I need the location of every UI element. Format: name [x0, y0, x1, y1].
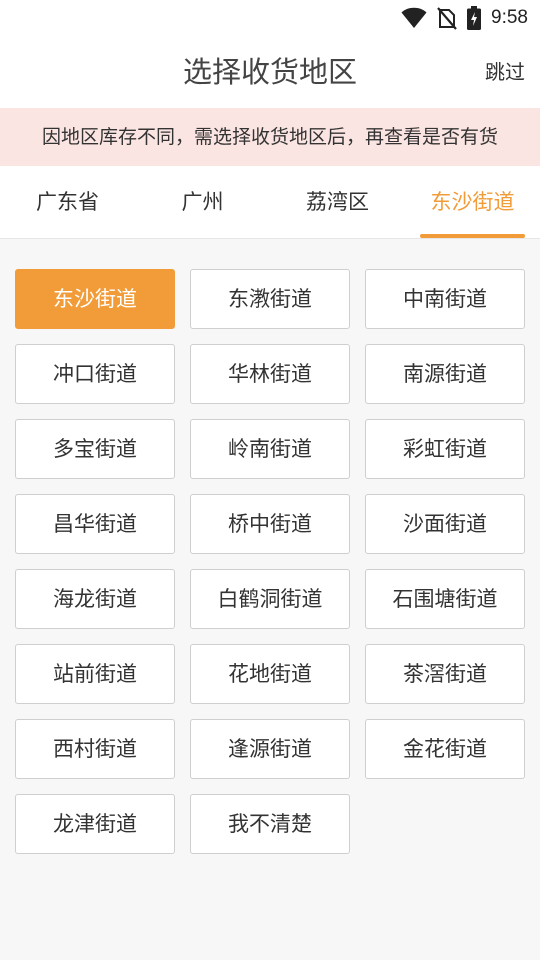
tab-province[interactable]: 广东省 [0, 166, 135, 238]
tab-district[interactable]: 荔湾区 [270, 166, 405, 238]
page-title: 选择收货地区 [182, 55, 357, 89]
tab-label: 广东省 [36, 190, 99, 214]
street-option[interactable]: 多宝街道 [15, 419, 175, 479]
street-option[interactable]: 昌华街道 [15, 494, 175, 554]
street-option[interactable]: 逢源街道 [190, 719, 350, 779]
street-option[interactable]: 茶滘街道 [365, 644, 525, 704]
street-option[interactable]: 中南街道 [365, 269, 525, 329]
street-option[interactable]: 南源街道 [365, 344, 525, 404]
street-option[interactable]: 西村街道 [15, 719, 175, 779]
stock-notice: 因地区库存不同，需选择收货地区后，再查看是否有货 [0, 108, 540, 166]
status-bar: 9:58 [0, 0, 540, 36]
street-option[interactable]: 金花街道 [365, 719, 525, 779]
street-option[interactable]: 沙面街道 [365, 494, 525, 554]
street-option[interactable]: 石围塘街道 [365, 569, 525, 629]
street-option[interactable]: 白鹤洞街道 [190, 569, 350, 629]
street-option[interactable]: 桥中街道 [190, 494, 350, 554]
status-time: 9:58 [491, 7, 528, 28]
region-tabs: 广东省 广州 荔湾区 东沙街道 [0, 166, 540, 239]
street-option[interactable]: 龙津街道 [15, 794, 175, 854]
tab-street[interactable]: 东沙街道 [405, 166, 540, 238]
street-grid: 东沙街道 东漖街道 中南街道冲口街道 华林街道 南源街道多宝街道 岭南街道 彩虹街道昌华街道… [15, 269, 525, 854]
tab-label: 荔湾区 [306, 190, 369, 214]
street-option[interactable]: 彩虹街道 [365, 419, 525, 479]
wifi-icon [401, 7, 427, 28]
tab-city[interactable]: 广州 [135, 166, 270, 238]
skip-button[interactable]: 跳过 [485, 36, 525, 108]
status-icons: 9:58 [401, 4, 528, 32]
street-option[interactable]: 海龙街道 [15, 569, 175, 629]
street-option-selected[interactable]: 东沙街道 [15, 269, 175, 329]
street-option[interactable]: 岭南街道 [190, 419, 350, 479]
street-option[interactable]: 东漖街道 [190, 269, 350, 329]
street-option[interactable]: 站前街道 [15, 644, 175, 704]
street-option[interactable]: 我不清楚 [190, 794, 350, 854]
tab-label: 东沙街道 [430, 190, 515, 214]
street-option[interactable]: 华林街道 [190, 344, 350, 404]
active-tab-indicator [420, 234, 525, 238]
address-picker-page: 9:58 选择收货地区 跳过 因地区库存不同，需选择收货地区后，再查看是否有货 … [0, 0, 540, 960]
battery-charging-icon [467, 6, 482, 30]
street-option[interactable]: 花地街道 [190, 644, 350, 704]
header: 选择收货地区 跳过 [0, 36, 540, 108]
street-option[interactable]: 冲口街道 [15, 344, 175, 404]
tab-label: 广州 [181, 190, 224, 214]
no-sim-icon [437, 7, 457, 30]
